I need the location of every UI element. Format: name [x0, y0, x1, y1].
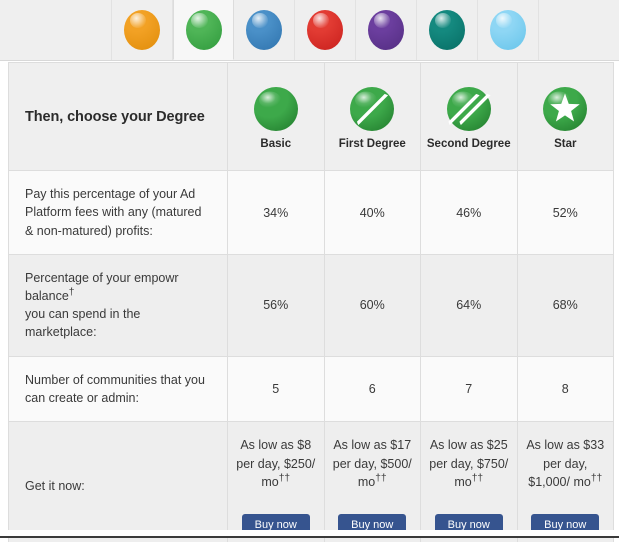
double-dagger-footnote-marker: †† [375, 473, 387, 485]
red-level-tab[interactable] [295, 0, 356, 60]
degree-name-label: Second Degree [426, 137, 511, 150]
row-value: 7 [420, 355, 518, 422]
row-label-line3: you can spend in the marketplace: [25, 307, 141, 340]
row-label-line2: balance [25, 289, 69, 304]
purple-level-sphere-icon [368, 10, 404, 50]
degree-header-cell: Second Degree [420, 62, 518, 171]
dagger-footnote-marker: † [68, 286, 75, 298]
row-value: 60% [323, 254, 421, 357]
row-label-line1: Percentage of your empowr [25, 271, 179, 285]
page-title: Then, choose your Degree [8, 62, 228, 171]
table-row: Percentage of your empowr balance† you c… [8, 254, 614, 357]
purchase-row-label: Get it now: [8, 420, 228, 542]
lightblue-level-sphere-icon [490, 10, 526, 50]
table-header-row: Then, choose your Degree Basic First Deg… [8, 62, 614, 171]
star-badge-icon [542, 86, 588, 132]
row-label: Number of communities that you can creat… [8, 355, 228, 422]
degree-header-cell: First Degree [323, 62, 421, 171]
green-level-sphere-icon [185, 9, 222, 50]
double-dagger-footnote-marker: †† [278, 473, 291, 485]
row-value: 52% [516, 170, 614, 255]
price-text: As low as $33 per day, $1,000/ mo†† [526, 437, 605, 490]
degree-name-label: First Degree [338, 137, 406, 150]
purchase-row: Get it now: As low as $8 per day, $250/ … [8, 420, 614, 542]
green-level-tab[interactable] [173, 0, 234, 60]
row-value: 6 [323, 355, 421, 422]
row-value: 34% [227, 170, 325, 255]
degree-name-label: Star [554, 137, 577, 150]
purchase-cell: As low as $8 per day, $250/ mo†† Buy now [227, 420, 325, 542]
degree-header-cell: Basic [227, 62, 325, 171]
row-label: Pay this percentage of your Ad Platform … [8, 170, 228, 255]
plain-sphere-badge-icon [253, 86, 299, 132]
degree-pricing-table-container: Then, choose your Degree Basic First Deg… [8, 62, 614, 542]
one-stripe-badge-icon [349, 86, 395, 132]
row-value: 68% [516, 254, 614, 357]
purple-level-tab[interactable] [356, 0, 417, 60]
purchase-cell: As low as $33 per day, $1,000/ mo†† Buy … [516, 420, 614, 542]
orange-level-tab[interactable] [112, 0, 173, 60]
row-value: 5 [227, 355, 325, 422]
tabstrip-right-spacer [539, 0, 619, 60]
blue-level-sphere-icon [246, 10, 282, 50]
table-row: Number of communities that you can creat… [8, 355, 614, 422]
teal-level-sphere-icon [429, 10, 465, 50]
tabstrip-left-spacer [0, 0, 112, 60]
price-text: As low as $17 per day, $500/ mo†† [332, 437, 412, 490]
row-value: 64% [420, 254, 518, 357]
red-level-sphere-icon [307, 10, 343, 50]
two-stripe-badge-icon [446, 86, 492, 132]
blue-level-tab[interactable] [234, 0, 295, 60]
orange-level-sphere-icon [124, 10, 160, 50]
pricing-page: Then, choose your Degree Basic First Deg… [0, 0, 619, 542]
price-text: As low as $8 per day, $250/ mo†† [236, 437, 316, 490]
lightblue-level-tab[interactable] [478, 0, 539, 60]
row-value: 46% [420, 170, 518, 255]
table-row: Pay this percentage of your Ad Platform … [8, 170, 614, 255]
degree-name-label: Basic [260, 137, 292, 150]
row-value: 40% [323, 170, 421, 255]
purchase-cell: As low as $17 per day, $500/ mo†† Buy no… [323, 420, 421, 542]
double-dagger-footnote-marker: †† [471, 473, 484, 485]
degree-level-tabstrip [0, 0, 619, 61]
degree-header-cell: Star [516, 62, 614, 171]
row-value: 56% [227, 254, 325, 357]
row-value: 8 [516, 355, 614, 422]
bottom-divider [0, 536, 619, 538]
price-text: As low as $25 per day, $750/ mo†† [429, 437, 509, 490]
teal-level-tab[interactable] [417, 0, 478, 60]
row-label: Percentage of your empowr balance† you c… [8, 254, 228, 357]
degree-pricing-table: Then, choose your Degree Basic First Deg… [8, 62, 614, 542]
double-dagger-footnote-marker: †† [590, 473, 603, 485]
purchase-cell: As low as $25 per day, $750/ mo†† Buy no… [420, 420, 518, 542]
